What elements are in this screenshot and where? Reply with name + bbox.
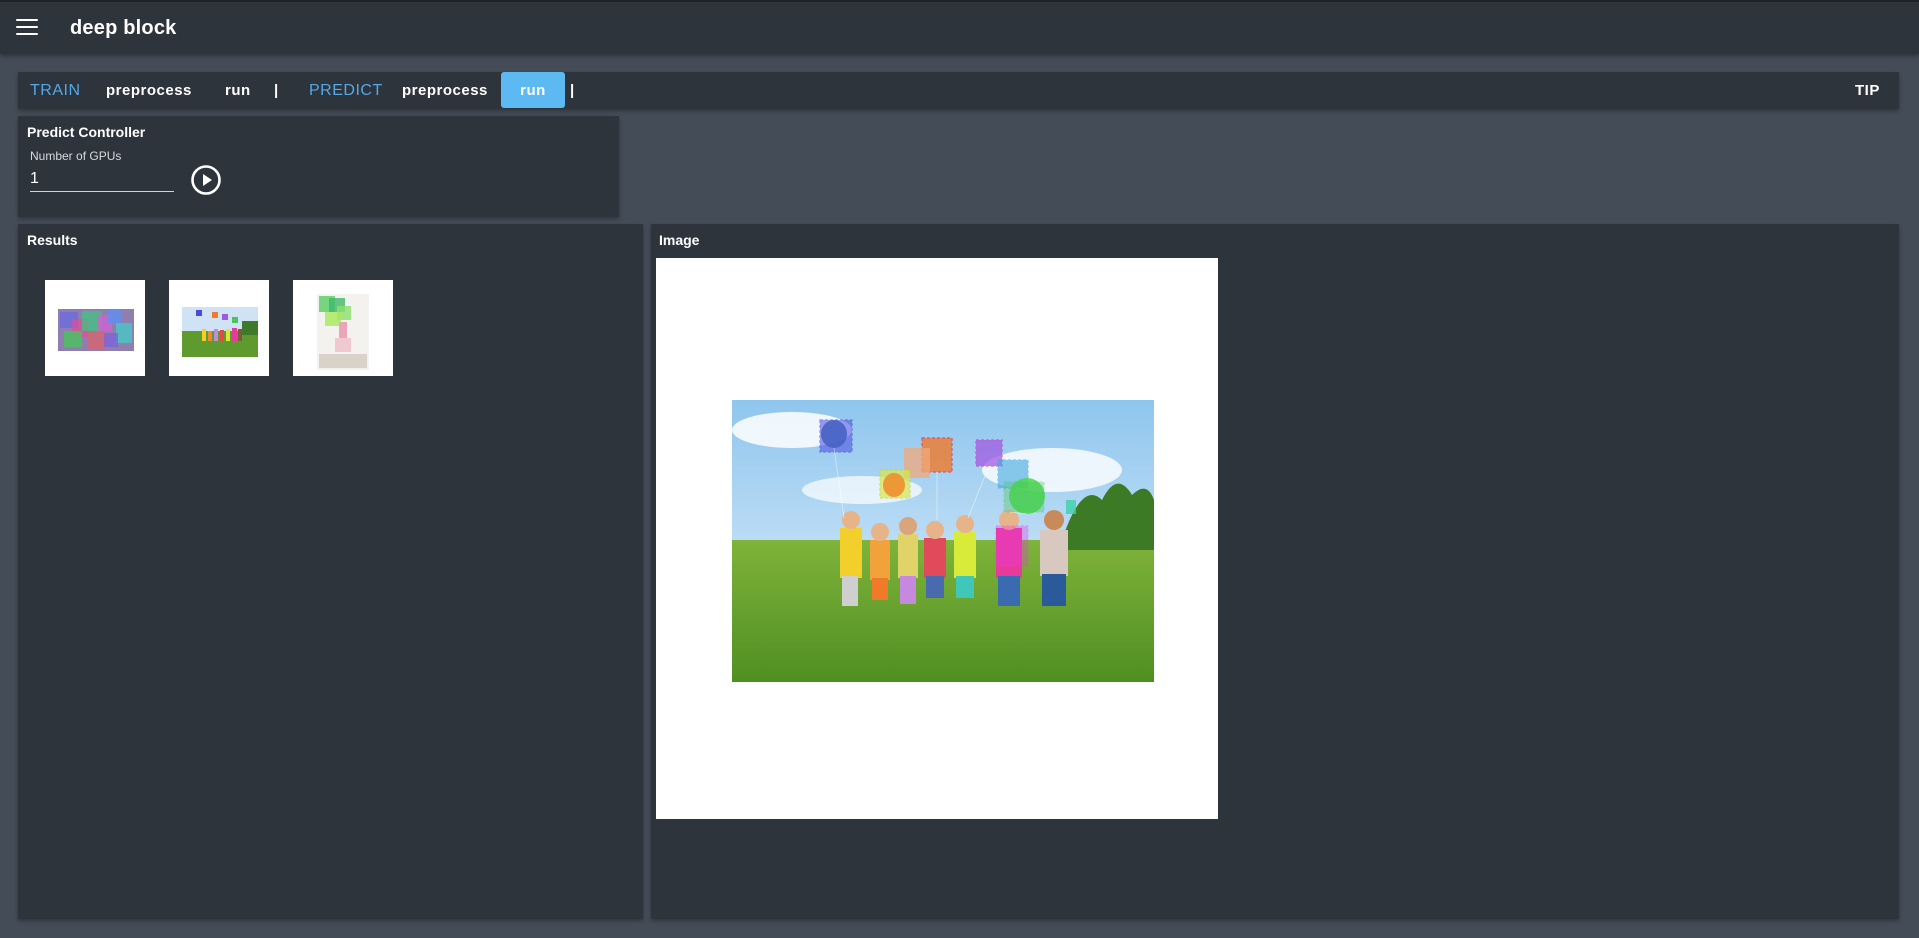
results-panel: Results — [18, 224, 643, 919]
result-thumbnail[interactable] — [293, 280, 393, 376]
app-bar: deep block — [0, 0, 1919, 54]
prediction-image-frame — [656, 258, 1218, 819]
result-thumbnail[interactable] — [169, 280, 269, 376]
tip-button[interactable]: TIP — [1855, 72, 1880, 109]
menu-icon[interactable] — [16, 19, 38, 37]
predict-controller-title: Predict Controller — [27, 124, 146, 140]
predict-section-label: PREDICT — [309, 82, 383, 99]
predict-run-button[interactable]: run — [501, 72, 565, 108]
image-panel: Image — [651, 224, 1899, 919]
image-panel-title: Image — [659, 232, 700, 248]
train-section-label: TRAIN — [30, 82, 81, 99]
result-thumbnail[interactable] — [45, 280, 145, 376]
train-run-button[interactable]: run — [225, 72, 251, 109]
results-title: Results — [27, 232, 78, 248]
predict-controller-panel: Predict Controller Number of GPUs — [18, 116, 619, 217]
toolbar-separator-end: | — [570, 82, 575, 99]
app-title: deep block — [70, 17, 177, 39]
predict-preprocess-button[interactable]: preprocess — [402, 72, 488, 109]
gpus-field-label: Number of GPUs — [30, 149, 122, 163]
pipeline-toolbar: TRAIN preprocess run | PREDICT preproces… — [18, 72, 1899, 109]
toolbar-separator: | — [274, 82, 279, 99]
gpus-input[interactable] — [30, 166, 174, 192]
train-preprocess-button[interactable]: preprocess — [106, 72, 192, 109]
play-circle-icon[interactable] — [190, 164, 222, 196]
prediction-image — [732, 400, 1154, 682]
